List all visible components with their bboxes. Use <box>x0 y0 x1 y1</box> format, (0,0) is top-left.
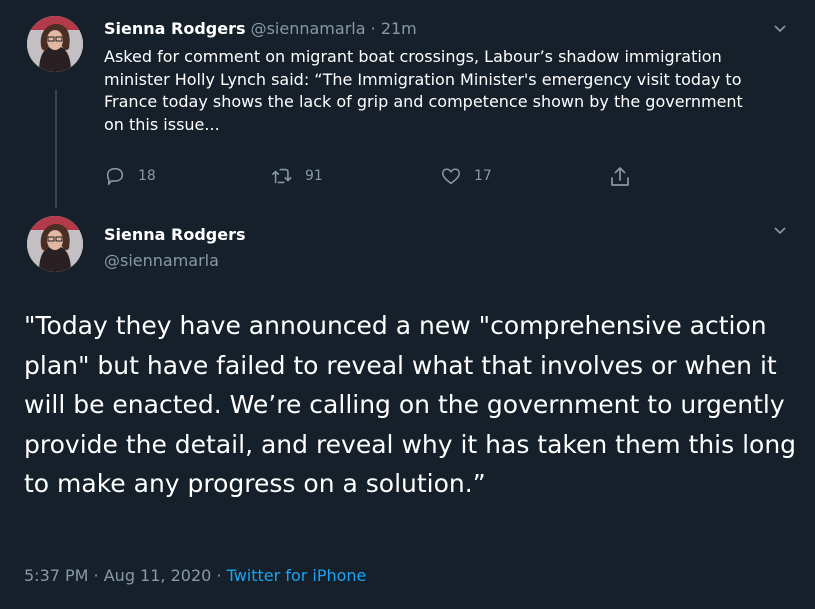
meta-separator: · <box>216 566 222 585</box>
tweet-actions: 18 91 17 <box>0 165 815 189</box>
like-count: 17 <box>474 168 492 184</box>
thread-line <box>55 90 57 208</box>
reply-icon <box>106 167 124 186</box>
tweet1-header: Sienna Rodgers @siennamarla · 21m <box>104 19 417 38</box>
chevron-down-icon[interactable] <box>773 24 787 34</box>
header-separator: · <box>370 19 376 38</box>
author-handle[interactable]: @siennamarla <box>251 19 366 38</box>
share-icon <box>611 167 629 186</box>
chevron-down-icon[interactable] <box>773 226 787 236</box>
like-button[interactable]: 17 <box>440 165 492 187</box>
like-icon <box>441 168 461 185</box>
author-name[interactable]: Sienna Rodgers <box>104 19 246 38</box>
tweet-text: Asked for comment on migrant boat crossi… <box>104 47 743 134</box>
tweet-time[interactable]: 21m <box>381 19 417 38</box>
avatar[interactable] <box>27 216 83 272</box>
tweet-text: "Today they have announced a new "compre… <box>24 311 797 498</box>
retweet-count: 91 <box>305 168 323 184</box>
author-name[interactable]: Sienna Rodgers <box>104 225 246 244</box>
tweet-meta: 5:37 PM · Aug 11, 2020 · Twitter for iPh… <box>24 566 366 585</box>
tweet-source-link[interactable]: Twitter for iPhone <box>227 566 367 585</box>
reply-button[interactable]: 18 <box>104 165 156 187</box>
author-handle[interactable]: @siennamarla <box>104 251 219 270</box>
retweet-icon <box>272 168 292 184</box>
reply-count: 18 <box>138 168 156 184</box>
avatar[interactable] <box>27 16 83 72</box>
tweet-timestamp[interactable]: 5:37 PM · Aug 11, 2020 <box>24 566 211 585</box>
share-button[interactable] <box>608 165 644 189</box>
retweet-button[interactable]: 91 <box>271 165 323 187</box>
